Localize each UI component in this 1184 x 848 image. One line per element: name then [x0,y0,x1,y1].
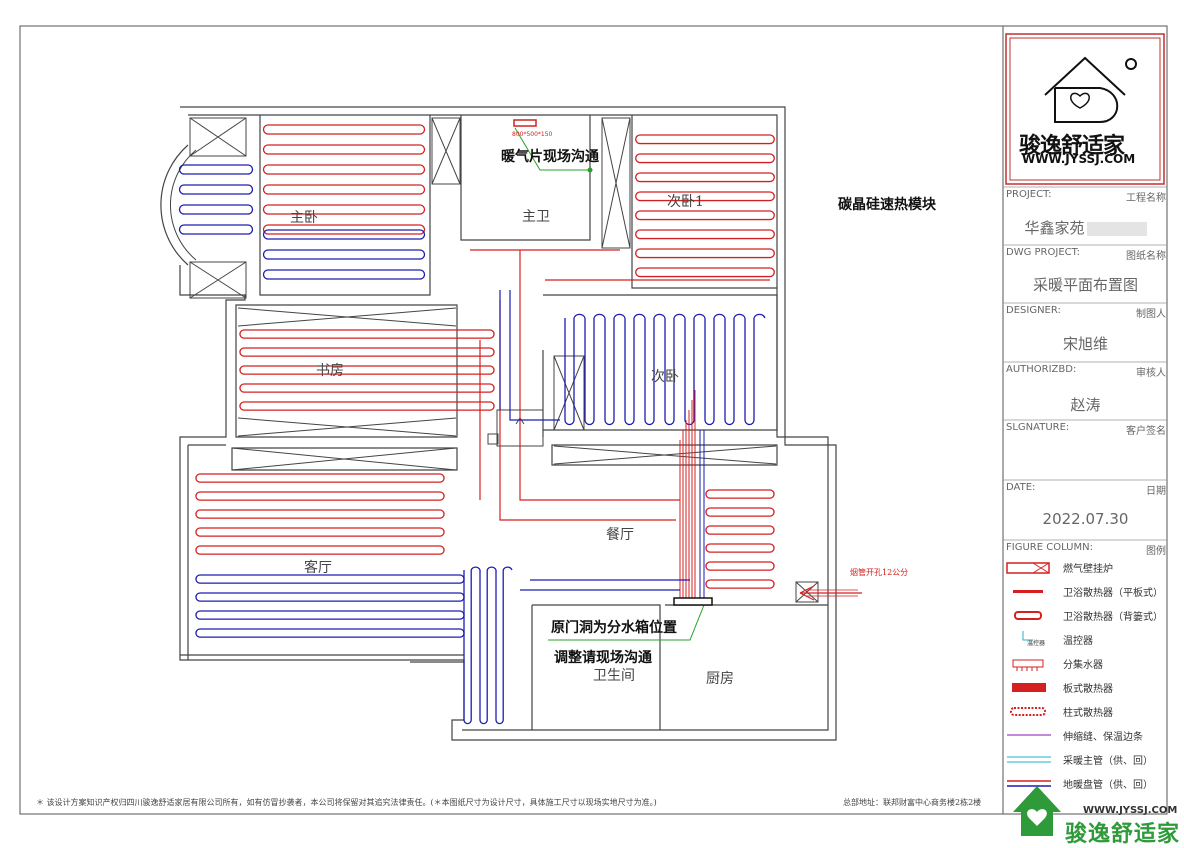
module-note: 碳晶硅速热模块 [838,197,936,213]
legend-row: 燃气壁挂炉 [1003,556,1168,579]
return-riser-bundle [699,430,705,598]
radiator-note: 暖气片现场沟通 [501,149,599,165]
living-room-blue-loop [195,574,465,638]
column-radiator-icon [1003,700,1055,723]
designer-label: DESIGNER: [1006,305,1061,316]
legend-label: 采暖主管（供、回） [1063,756,1153,767]
legend-label: 分集水器 [1063,660,1103,671]
signature-label-row: SLGNATURE: 客户签名 [1006,422,1166,437]
legend-row: 板式散热器 [1003,676,1168,699]
legend-row: 温控器 温控器 [1003,628,1168,651]
room-label-second-bedroom: 次卧 [651,369,679,385]
author-label-cn: 审核人 [1136,368,1166,379]
figure-label-cn: 图例 [1146,546,1166,557]
legend-label: 燃气壁挂炉 [1063,564,1113,575]
logo-url: WWW.JYSSJ.COM [1022,152,1136,166]
living-room-lower-blue-loop [463,566,513,725]
project-label: PROJECT: [1006,189,1052,200]
dwg-label-cn: 图纸名称 [1126,251,1166,262]
date-label-cn: 日期 [1146,486,1166,497]
project-label-cn: 工程名称 [1126,193,1166,204]
chimney-note: 烟管开孔12公分 [850,568,909,577]
watermark-url: WWW.JYSSJ.COM [1083,805,1178,816]
expansion-joint-line-icon [1003,724,1055,747]
author-label: AUTHORIZBD: [1006,364,1077,375]
room-label-master-bedroom: 主卧 [290,210,318,226]
figure-label: FIGURE COLUMN: [1006,542,1093,553]
designer-label-cn: 制图人 [1136,309,1166,320]
manifold-note-2: 调整请现场沟通 [554,650,652,666]
figure-label-row: FIGURE COLUMN: 图例 [1006,542,1166,557]
legend-label: 卫浴散热器（背篓式） [1063,612,1163,623]
dwg-label: DWG PROJECT: [1006,247,1080,258]
project-value: 华鑫家苑 [1003,217,1168,238]
room-label-second-bedroom-1: 次卧1 [667,194,704,210]
date-label-row: DATE: 日期 [1006,482,1166,497]
bay-window-blue-loop [178,164,254,235]
project-label-row: PROJECT: 工程名称 [1006,189,1166,204]
manifold-icon [1003,652,1055,675]
room-label-study: 书房 [316,363,344,379]
legend-row: 伸缩缝、保温边条 [1003,724,1168,747]
legend-row: 卫浴散热器（背篓式） [1003,604,1168,627]
legend-row: 采暖主管（供、回） [1003,748,1168,771]
designer-label-row: DESIGNER: 制图人 [1006,305,1166,320]
supply-riser-bundle [679,390,696,598]
main-pipe-line-icon [1003,748,1055,771]
footer-address: 总部地址：联邦财富中心商务楼2栋2楼 [843,798,982,807]
room-label-kitchen: 厨房 [706,671,734,687]
study-red-loop [239,329,495,411]
blue-feed-lines [499,290,690,591]
second-bedroom-1-red-loop [635,134,775,278]
dwg-value: 采暖平面布置图 [1032,276,1138,294]
legend-row: 分集水器 [1003,652,1168,675]
room-label-dining-room: 餐厅 [606,527,634,543]
dwg-label-row: DWG PROJECT: 图纸名称 [1006,247,1166,262]
room-label-master-bath: 主卫 [522,209,550,225]
room-label-bathroom: 卫生间 [593,668,635,684]
signature-label: SLGNATURE: [1006,422,1070,433]
footer-copyright: ＊ 该设计方案知识产权归四川骏逸舒适家居有限公司所有，如有仿冒抄袭者，本公司将保… [36,798,657,807]
legend-label: 温控器 [1063,636,1093,647]
legend-label: 板式散热器 [1063,684,1113,695]
manifold-note-1: 原门洞为分水箱位置 [551,620,677,636]
designer-value: 宋旭维 [1062,335,1108,353]
date-label: DATE: [1006,482,1036,493]
living-room-red-loop [195,473,445,555]
flat-bath-radiator-icon [1003,580,1055,603]
back-basket-bath-radiator-icon [1003,604,1055,627]
master-bedroom-blue-loop [262,229,426,280]
legend-row: 卫浴散热器（平板式） [1003,580,1168,603]
dining-right-red-loop [705,489,775,589]
watermark: WWW.JYSSJ.COM 骏逸舒适家 [1003,778,1184,847]
date-value: 2022.07.30 [1042,510,1129,528]
thermostat-icon: 温控器 [1003,628,1055,651]
radiator-size-label: 800*500*150 [512,131,553,138]
watermark-house-icon [1013,786,1061,836]
panel-radiator-icon [1003,676,1055,699]
author-label-row: AUTHORIZBD: 审核人 [1006,364,1166,379]
thermostat-tag: 温控器 [1027,640,1046,647]
room-label-living-room: 客厅 [304,560,332,576]
author-value: 赵涛 [1070,396,1101,414]
legend-label: 伸缩缝、保温边条 [1063,732,1143,743]
legend-label: 卫浴散热器（平板式） [1063,588,1163,599]
master-bedroom-red-loop [262,124,426,235]
watermark-text: 骏逸舒适家 [1065,822,1181,847]
legend-row: 柱式散热器 [1003,700,1168,723]
legend-label: 柱式散热器 [1063,708,1113,719]
gas-boiler-icon [1003,556,1055,579]
signature-label-cn: 客户签名 [1126,426,1166,437]
